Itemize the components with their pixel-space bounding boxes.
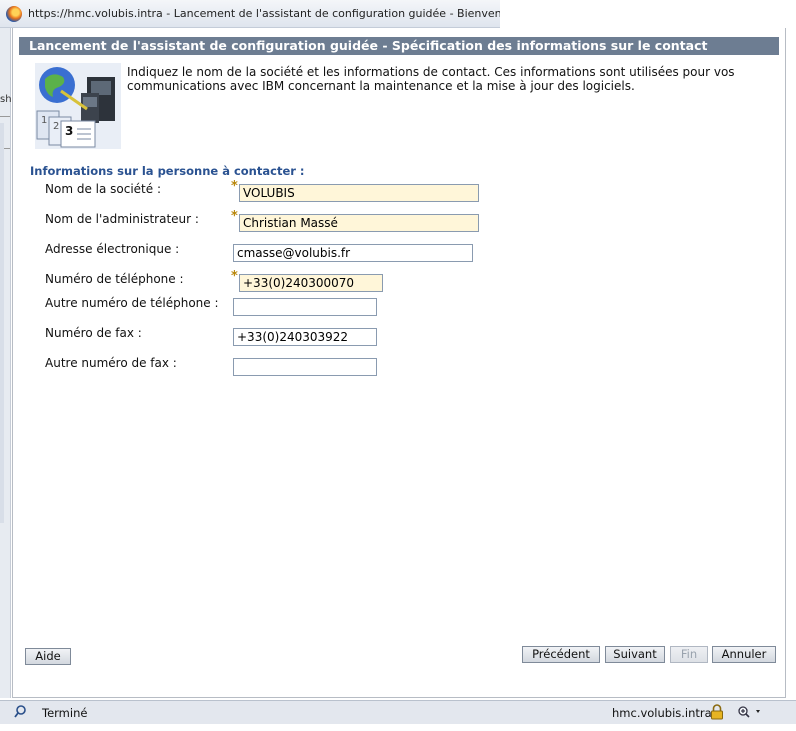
- phone-input[interactable]: +33(0)240300070: [239, 274, 383, 292]
- email-input[interactable]: cmasse@volubis.fr: [233, 244, 473, 262]
- status-bar: Terminé hmc.volubis.intra: [0, 700, 796, 724]
- email-label: Adresse électronique :: [45, 242, 180, 256]
- browser-title: https://hmc.volubis.intra - Lancement de…: [28, 7, 500, 20]
- intro-text: Indiquez le nom de la société et les inf…: [127, 65, 735, 93]
- required-marker: *: [231, 179, 238, 194]
- status-text: Terminé: [42, 706, 88, 720]
- phone-label: Numéro de téléphone :: [45, 272, 184, 286]
- next-button[interactable]: Suivant: [605, 646, 665, 663]
- search-icon: [14, 705, 26, 718]
- section-label: Informations sur la personne à contacter…: [30, 164, 305, 178]
- cancel-button[interactable]: Annuler: [712, 646, 776, 663]
- divider: [0, 116, 10, 117]
- company-input[interactable]: VOLUBIS: [239, 184, 479, 202]
- alt-phone-input[interactable]: [233, 298, 377, 316]
- alt-fax-label: Autre numéro de fax :: [45, 356, 177, 370]
- browser-title-bar: https://hmc.volubis.intra - Lancement de…: [0, 0, 500, 28]
- finish-button[interactable]: Fin: [670, 646, 708, 663]
- previous-button[interactable]: Précédent: [522, 646, 600, 663]
- firefox-icon: [6, 5, 22, 22]
- fax-label: Numéro de fax :: [45, 326, 142, 340]
- required-marker: *: [231, 209, 238, 224]
- company-label: Nom de la société :: [45, 182, 161, 196]
- svg-text:3: 3: [65, 124, 73, 138]
- help-button[interactable]: Aide: [25, 648, 71, 665]
- required-marker: *: [231, 269, 238, 284]
- fax-input[interactable]: +33(0)240303922: [233, 328, 377, 346]
- svg-text:2: 2: [53, 121, 59, 132]
- alt-fax-input[interactable]: [233, 358, 377, 376]
- divider: [0, 123, 4, 523]
- dialog-title: Lancement de l'assistant de configuratio…: [19, 37, 779, 55]
- svg-text:1: 1: [41, 115, 47, 126]
- lock-icon[interactable]: [710, 704, 724, 720]
- admin-label: Nom de l'administrateur :: [45, 212, 199, 226]
- setup-wizard-icon: 1 2 3: [35, 63, 121, 149]
- alt-phone-label: Autre numéro de téléphone :: [45, 296, 219, 310]
- admin-input[interactable]: Christian Massé: [239, 214, 479, 232]
- wizard-dialog: Lancement de l'assistant de configuratio…: [12, 28, 786, 698]
- zoom-icon[interactable]: [737, 705, 765, 719]
- background-window: sh: [0, 28, 12, 698]
- background-window-text: sh: [0, 94, 12, 105]
- host-name: hmc.volubis.intra: [612, 706, 712, 720]
